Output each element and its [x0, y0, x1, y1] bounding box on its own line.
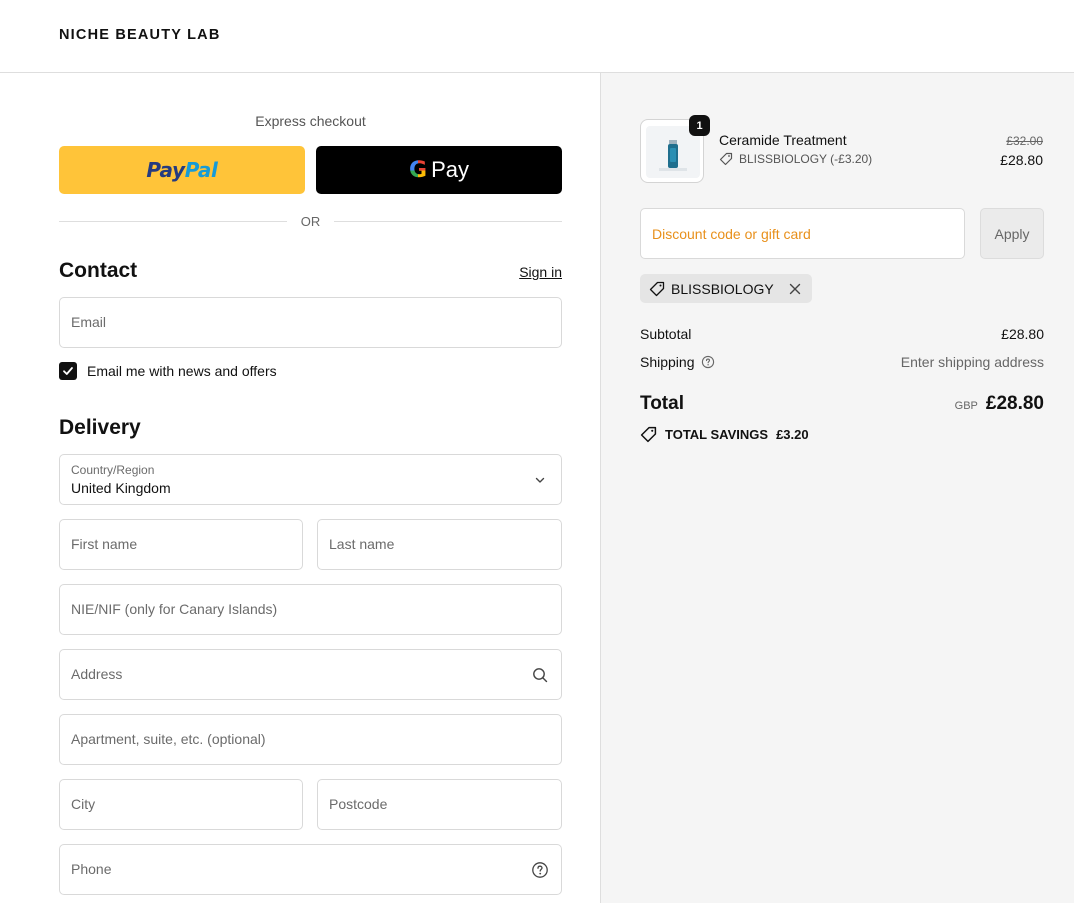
email-field[interactable]: Email — [59, 297, 562, 348]
applied-code-label: BLISSBIOLOGY — [671, 280, 774, 297]
email-placeholder: Email — [71, 314, 107, 330]
total-amount: £28.80 — [985, 393, 1044, 414]
country-value: United Kingdom — [71, 480, 171, 496]
chevron-down-icon — [535, 477, 545, 483]
discounted-price: £28.80 — [1000, 152, 1043, 168]
original-price: £32.00 — [1006, 134, 1043, 148]
phone-field[interactable]: Phone — [59, 844, 562, 895]
last-name-field[interactable]: Last name — [317, 519, 562, 570]
first-name-field[interactable]: First name — [59, 519, 303, 570]
shipping-value: Enter shipping address — [900, 354, 1044, 370]
or-divider: OR — [59, 211, 562, 231]
header: NICHE BEAUTY LAB — [0, 0, 1074, 73]
savings-label: TOTAL SAVINGS — [665, 427, 769, 442]
paypal-logo: PayPal — [146, 158, 218, 182]
apartment-field[interactable]: Apartment, suite, etc. (optional) — [59, 714, 562, 765]
city-field[interactable]: City — [59, 779, 303, 830]
express-checkout-label: Express checkout — [255, 113, 366, 129]
checkout-form: Express checkout PayPal G Pay OR Contact… — [0, 73, 600, 903]
shipping-row: Shipping Enter shipping address — [640, 354, 1044, 370]
total-currency: GBP — [954, 400, 978, 412]
brand-logo[interactable]: NICHE BEAUTY LAB — [59, 27, 221, 43]
google-g-icon: G — [409, 157, 428, 183]
total-row: Total GBP £28.80 — [640, 393, 1044, 415]
delivery-title: Delivery — [59, 416, 141, 439]
discount-placeholder: Discount code or gift card — [652, 226, 811, 242]
tag-icon — [640, 426, 657, 443]
subtotal-row: Subtotal £28.80 — [640, 326, 1044, 342]
subtotal-label: Subtotal — [640, 326, 692, 342]
nie-nif-field[interactable]: NIE/NIF (only for Canary Islands) — [59, 584, 562, 635]
paypal-button[interactable]: PayPal — [59, 146, 305, 194]
checkmark-icon — [63, 367, 73, 375]
postcode-field[interactable]: Postcode — [317, 779, 562, 830]
tag-icon — [719, 152, 733, 166]
help-circle-icon[interactable] — [701, 355, 715, 369]
country-label: Country/Region — [71, 463, 155, 477]
tag-icon — [649, 281, 665, 296]
shipping-label: Shipping — [640, 354, 695, 370]
total-savings: TOTAL SAVINGS £3.20 — [640, 426, 809, 443]
newsletter-checkbox[interactable] — [59, 362, 77, 380]
google-pay-logo: G Pay — [409, 157, 469, 183]
total-label: Total — [640, 393, 684, 414]
google-pay-button[interactable]: G Pay — [316, 146, 562, 194]
newsletter-label: Email me with news and offers — [87, 363, 277, 379]
sign-in-link[interactable]: Sign in — [519, 264, 562, 280]
close-icon[interactable] — [788, 282, 802, 296]
discount-code-input[interactable]: Discount code or gift card — [640, 208, 965, 259]
search-icon[interactable] — [531, 666, 549, 684]
product-discount: BLISSBIOLOGY (-£3.20) — [719, 152, 872, 166]
order-summary: 1 Ceramide Treatment BLISSBIOLOGY (-£3.2… — [600, 73, 1074, 903]
savings-value: £3.20 — [776, 427, 809, 442]
subtotal-value: £28.80 — [1001, 326, 1044, 342]
apply-button[interactable]: Apply — [980, 208, 1044, 259]
address-field[interactable]: Address — [59, 649, 562, 700]
country-select[interactable]: Country/Region United Kingdom — [59, 454, 562, 505]
help-circle-icon[interactable] — [531, 861, 549, 879]
quantity-badge: 1 — [689, 115, 710, 136]
contact-title: Contact — [59, 259, 138, 282]
newsletter-checkbox-row[interactable]: Email me with news and offers — [59, 362, 277, 380]
applied-code-chip: BLISSBIOLOGY — [640, 274, 812, 303]
product-name: Ceramide Treatment — [719, 132, 847, 148]
